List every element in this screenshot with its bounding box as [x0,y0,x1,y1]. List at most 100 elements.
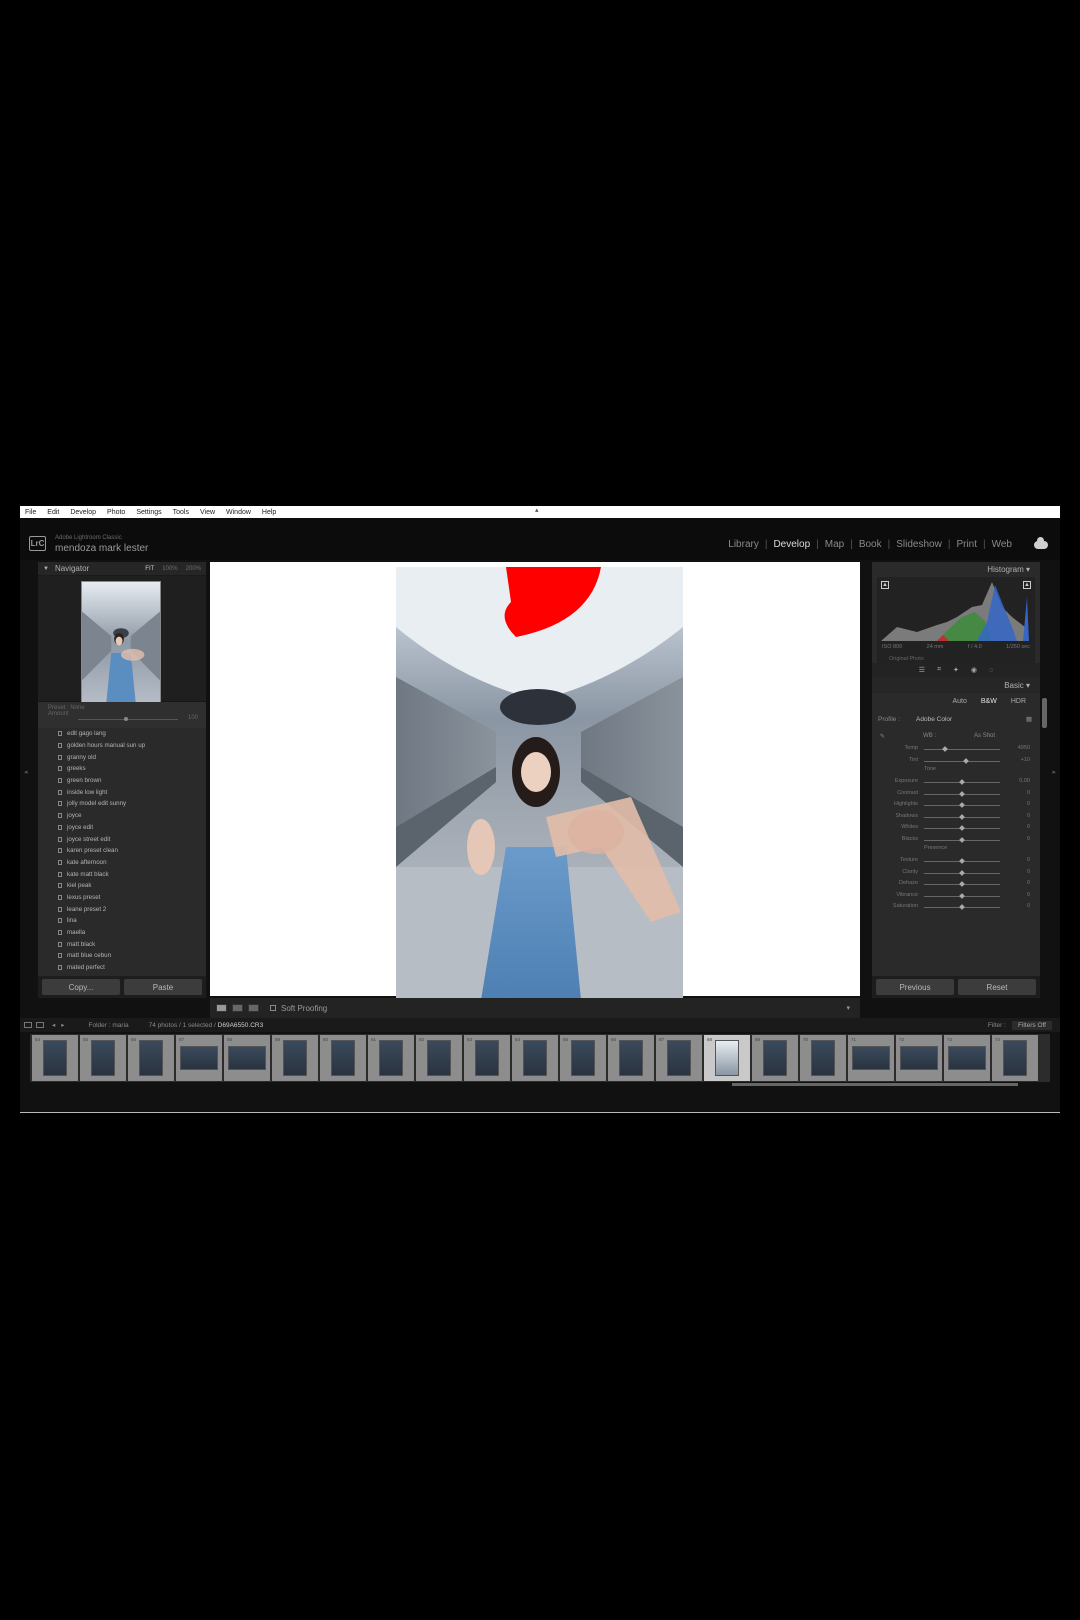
slider-knob[interactable] [959,858,965,864]
preset-item[interactable]: kiel peak [58,880,206,892]
copy-button[interactable]: Copy... [42,979,120,995]
second-window-icon[interactable] [36,1022,44,1028]
back-icon[interactable]: ◂ [52,1021,55,1029]
module-web[interactable]: Web [986,539,1018,550]
selected-filename[interactable]: D69A6550.CR3 [218,1022,264,1029]
basic-header[interactable]: Basic ▾ [872,677,1040,693]
menu-view[interactable]: View [200,509,215,516]
filmstrip-thumbnail[interactable]: 57 [176,1035,222,1081]
preset-item[interactable]: golden hours manual sun up [58,740,206,752]
module-map[interactable]: Map [819,539,850,550]
histogram-header[interactable]: Histogram ▾ [872,562,1040,576]
filmstrip-thumbnail[interactable]: 71 [848,1035,894,1081]
preset-item[interactable]: matt blue cebun [58,950,206,962]
filmstrip-thumbnail[interactable]: 63 [464,1035,510,1081]
filmstrip-thumbnail[interactable]: 54 [32,1035,78,1081]
collapse-triangle-icon[interactable]: ▼ [43,566,49,572]
menu-file[interactable]: File [25,509,36,516]
menu-settings[interactable]: Settings [136,509,161,516]
crop-icon[interactable]: ⌗ [937,666,941,674]
filmstrip-thumbnail[interactable]: 62 [416,1035,462,1081]
slider-vibrance[interactable]: Vibrance 0 [872,890,1040,902]
profile-select[interactable]: Adobe Color [916,716,952,723]
grid-view-icon[interactable] [24,1022,32,1028]
filmstrip-thumbnail[interactable]: 56 [128,1035,174,1081]
slider-knob[interactable] [959,802,965,808]
menu-edit[interactable]: Edit [47,509,59,516]
shadow-clipping-icon[interactable]: ▲ [881,581,889,589]
filter-select[interactable]: Filters Off [1011,1020,1052,1030]
preset-item[interactable]: greeks [58,763,206,775]
preset-item[interactable]: karen preset clean [58,845,206,857]
filmstrip-scrollbar[interactable] [732,1083,1018,1086]
slider-texture[interactable]: Texture 0 [872,855,1040,867]
left-panel-toggle-icon[interactable]: ◂ [24,768,28,776]
slider-knob[interactable] [959,869,965,876]
wb-eyedropper-icon[interactable]: ✎ [880,733,885,740]
slider-value[interactable]: 0 [1027,813,1030,819]
amount-slider[interactable] [78,719,178,720]
module-print[interactable]: Print [950,539,983,550]
slider-knob[interactable] [959,881,965,887]
filmstrip-thumbnail[interactable]: 66 [608,1035,654,1081]
module-slideshow[interactable]: Slideshow [890,539,948,550]
right-panel-toggle-icon[interactable]: ▸ [1052,768,1056,776]
slider-value[interactable]: 0 [1027,801,1030,807]
slider-shadows[interactable]: Shadows 0 [872,811,1040,823]
histogram-collapse-icon[interactable]: ▾ [1026,565,1030,574]
preset-item[interactable]: joyce [58,810,206,822]
preset-item[interactable]: maella [58,927,206,939]
basic-collapse-icon[interactable]: ▾ [1026,681,1030,690]
preset-item[interactable]: granny old [58,751,206,763]
filmstrip-thumbnail[interactable]: 61 [368,1035,414,1081]
toolbar-menu-icon[interactable]: ▾ [846,1004,850,1012]
filmstrip-thumbnail[interactable]: 72 [896,1035,942,1081]
preset-item[interactable]: kate afternoon [58,857,206,869]
slider-clarity[interactable]: Clarity 0 [872,867,1040,879]
slider-knob[interactable] [959,813,965,820]
slider-value[interactable]: 0 [1027,892,1030,898]
preset-item[interactable]: lina [58,915,206,927]
filmstrip-thumbnail[interactable]: 59 [272,1035,318,1081]
slider-value[interactable]: 0.00 [1019,778,1030,784]
filmstrip-thumbnail[interactable]: 55 [80,1035,126,1081]
menu-window[interactable]: Window [226,509,251,516]
zoom-100[interactable]: 100% [162,566,177,572]
bw-button[interactable]: B&W [981,698,997,705]
slider-knob[interactable] [959,892,965,899]
before-after-split-icon[interactable] [248,1004,259,1012]
filmstrip-thumbnail[interactable]: 74 [992,1035,1038,1081]
right-panel-scrollbar[interactable] [1042,698,1047,728]
slider-saturation[interactable]: Saturation 0 [872,901,1040,913]
preset-item[interactable]: kate matt black [58,868,206,880]
preset-item[interactable]: edit gago lang [58,728,206,740]
slider-knob[interactable] [959,825,965,831]
forward-icon[interactable]: ▸ [61,1021,64,1029]
filmstrip-thumbnail[interactable]: 58 [224,1035,270,1081]
filmstrip-thumbnail[interactable]: 65 [560,1035,606,1081]
zoom-fit[interactable]: FIT [145,566,154,572]
preset-item[interactable]: joyce street edit [58,833,206,845]
soft-proofing-checkbox[interactable] [270,1005,276,1011]
filmstrip-thumbnail[interactable]: 67 [656,1035,702,1081]
highlight-clipping-icon[interactable]: ▲ [1023,581,1031,589]
amount-slider-knob[interactable] [124,717,128,721]
preset-item[interactable]: mated perfect [58,962,206,974]
menu-photo[interactable]: Photo [107,509,125,516]
histogram[interactable]: ▲ ▲ ISO 800 24 mm f / 4.0 1/250 sec Origina… [877,577,1035,663]
preset-item[interactable]: lexus preset [58,892,206,904]
preset-item[interactable]: matt black [58,938,206,950]
navigator-preview[interactable] [38,576,206,703]
slider-value[interactable]: 0 [1027,857,1030,863]
slider-blacks[interactable]: Blacks 0 [872,834,1040,846]
slider-contrast[interactable]: Contrast 0 [872,788,1040,800]
menu-tools[interactable]: Tools [173,509,189,516]
preset-item[interactable]: jolly model edit sunny [58,798,206,810]
healing-icon[interactable]: ✦ [953,666,959,674]
slider-knob[interactable] [959,779,965,785]
slider-temp[interactable]: Temp 4950 [872,743,1040,755]
cloud-sync-icon[interactable] [1034,537,1048,549]
preset-item[interactable]: green brown [58,775,206,787]
navigator-header[interactable]: ▼ Navigator FIT 100% 200% [38,562,206,576]
develop-canvas[interactable] [210,562,860,1000]
